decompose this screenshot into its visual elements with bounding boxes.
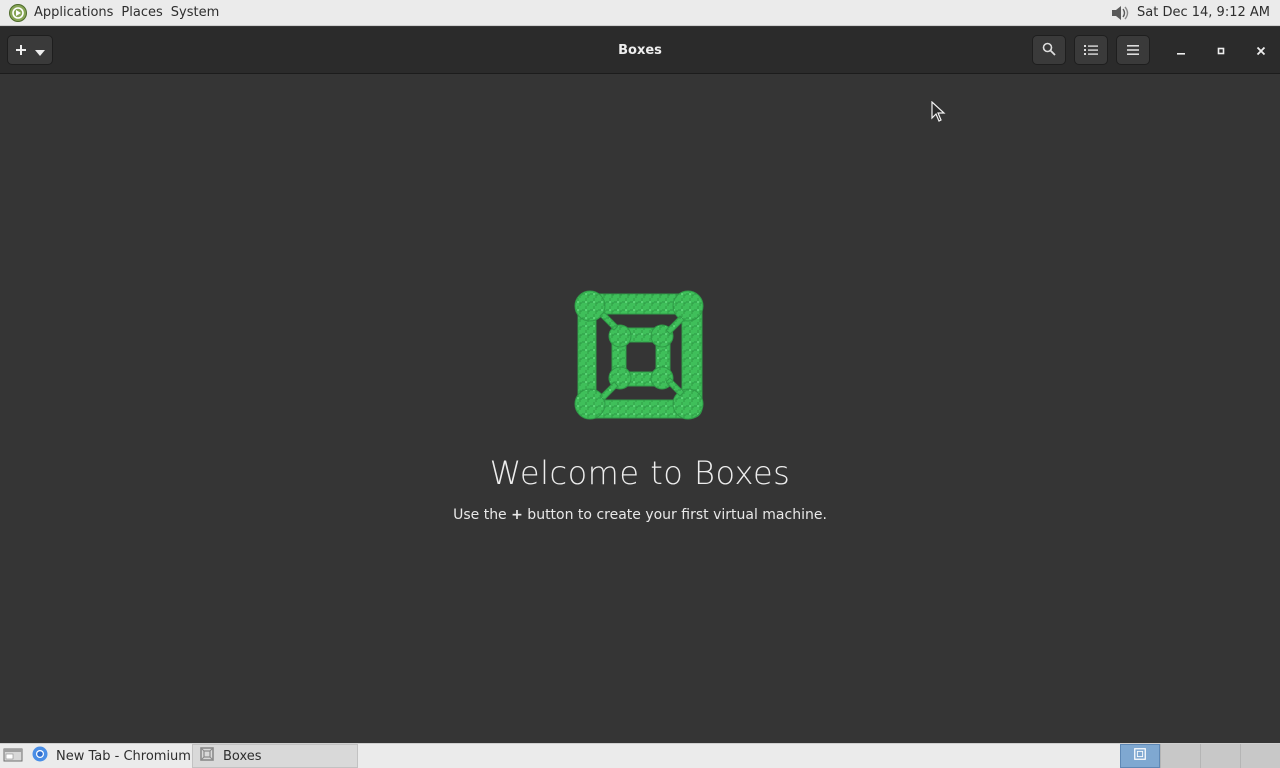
- main-menu-button[interactable]: [1116, 35, 1150, 65]
- hamburger-menu-icon: [1126, 41, 1140, 60]
- search-button[interactable]: [1032, 35, 1066, 65]
- menu-applications[interactable]: Applications: [30, 0, 117, 26]
- welcome-subtitle-suffix: button to create your first virtual mach…: [522, 507, 827, 523]
- clock[interactable]: Sat Dec 14, 9:12 AM: [1133, 5, 1276, 20]
- boxes-icon: [199, 746, 215, 766]
- boxes-logo-icon: [574, 290, 704, 420]
- close-icon: [1256, 41, 1266, 60]
- top-panel: Applications Places System Sat Dec 14, 9…: [0, 0, 1280, 26]
- workspace-switcher: [1120, 744, 1280, 768]
- headerbar: Boxes: [0, 27, 1280, 74]
- headerbar-actions: [1032, 27, 1280, 74]
- welcome-title: Welcome to Boxes: [489, 454, 791, 492]
- main-menu: Applications Places System: [0, 0, 227, 26]
- workspace-4[interactable]: [1240, 744, 1280, 768]
- show-desktop-icon: [3, 746, 23, 766]
- list-view-icon: [1084, 41, 1098, 60]
- taskbar-item-label: New Tab - Chromium: [56, 748, 191, 764]
- welcome-subtitle-prefix: Use the: [453, 507, 512, 523]
- chromium-icon: [32, 746, 48, 766]
- minimize-button[interactable]: [1164, 35, 1198, 65]
- list-view-button[interactable]: [1074, 35, 1108, 65]
- minimize-icon: [1176, 41, 1186, 60]
- chevron-down-icon: [35, 41, 45, 60]
- taskbar-item-chromium[interactable]: New Tab - Chromium: [26, 744, 192, 768]
- show-desktop-button[interactable]: [0, 744, 26, 768]
- welcome-subtitle: Use the + button to create your first vi…: [0, 507, 1280, 523]
- search-icon: [1042, 41, 1056, 60]
- welcome-subtitle-plus: +: [511, 507, 523, 523]
- menu-system[interactable]: System: [167, 0, 223, 26]
- top-panel-tray: Sat Dec 14, 9:12 AM: [1107, 0, 1280, 26]
- workspace-2[interactable]: [1160, 744, 1200, 768]
- boxes-icon: [1133, 747, 1147, 765]
- taskbar-item-boxes[interactable]: Boxes: [192, 744, 358, 768]
- workspace-3[interactable]: [1200, 744, 1240, 768]
- new-machine-button[interactable]: [7, 35, 53, 65]
- maximize-button[interactable]: [1204, 35, 1238, 65]
- main-area: Welcome to Boxes Use the + button to cre…: [0, 74, 1280, 742]
- close-button[interactable]: [1244, 35, 1278, 65]
- volume-icon[interactable]: [1107, 0, 1133, 26]
- workspace-1[interactable]: [1120, 744, 1160, 768]
- menu-places[interactable]: Places: [117, 0, 166, 26]
- mate-logo-icon[interactable]: [8, 3, 28, 23]
- mouse-cursor-icon: [931, 101, 946, 122]
- bottom-panel: New Tab - Chromium Boxes: [0, 743, 1280, 768]
- taskbar-item-label: Boxes: [223, 748, 262, 764]
- plus-icon: [15, 41, 27, 60]
- maximize-icon: [1216, 41, 1226, 60]
